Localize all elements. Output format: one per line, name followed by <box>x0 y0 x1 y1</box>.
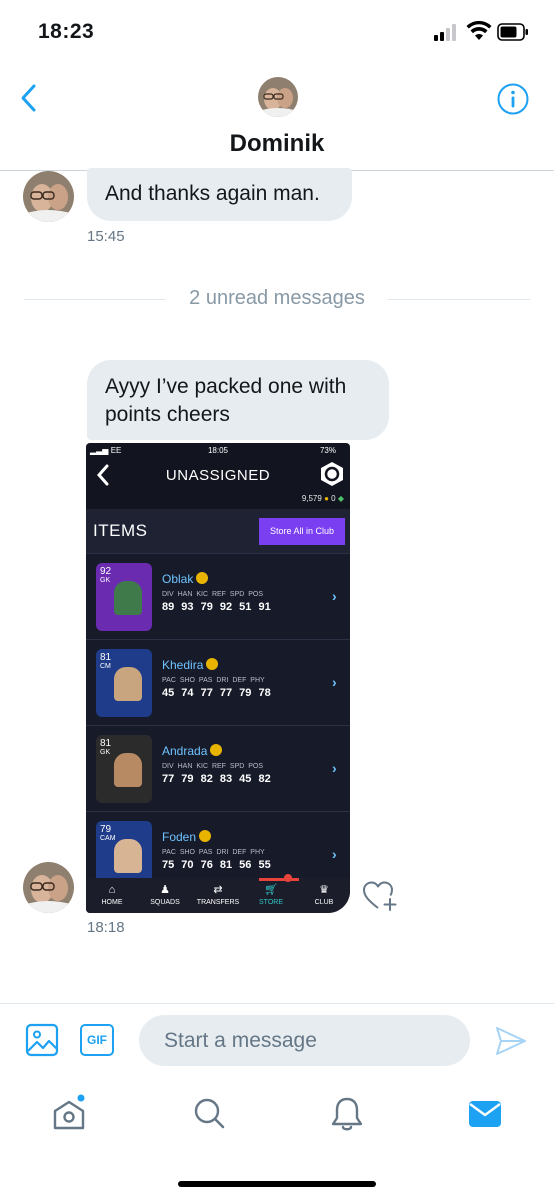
nav-store: 🛒︎ STORE <box>245 878 297 913</box>
store-notification-dot <box>284 874 292 882</box>
avatar-photo <box>258 77 298 117</box>
search-tab-icon[interactable] <box>189 1094 229 1134</box>
back-chevron-icon[interactable] <box>14 82 46 114</box>
message-bubble[interactable]: Ayyy I’ve packed one with points cheers <box>87 360 389 440</box>
chevron-right-icon: › <box>332 588 337 604</box>
sender-avatar[interactable] <box>23 171 74 222</box>
messages-tab-icon[interactable] <box>465 1094 505 1134</box>
player-row: 81 GK Andrada DIV HAN KIC REF SPD POS 77 … <box>86 725 350 811</box>
sender-avatar[interactable] <box>23 862 74 913</box>
gif-button[interactable]: GIF <box>80 1024 114 1056</box>
store-active-indicator <box>259 878 299 881</box>
stat-values: 77 79 82 83 45 82 <box>162 773 271 785</box>
attachment-title: UNASSIGNED <box>165 467 271 484</box>
contact-avatar[interactable] <box>258 77 298 117</box>
contact-name: Dominik <box>229 130 325 157</box>
stat-values: 89 93 79 92 51 91 <box>162 601 271 613</box>
points-value: 0 <box>331 494 336 503</box>
chevron-right-icon: › <box>332 674 337 690</box>
squads-icon: ♟ <box>160 884 170 896</box>
wifi-icon <box>466 21 492 40</box>
unread-divider-label: 2 unread messages <box>189 287 365 309</box>
nav-squads: ♟ SQUADS <box>139 878 191 913</box>
notifications-tab-icon[interactable] <box>327 1094 367 1134</box>
stat-headers: PAC SHO PAS DRI DEF PHY <box>162 849 265 856</box>
avatar-photo <box>23 171 74 222</box>
player-card-icon: 92 GK <box>96 563 152 631</box>
player-row: 81 CM Khedira PAC SHO PAS DRI DEF PHY 45 … <box>86 639 350 725</box>
nav-home: ⌂ HOME <box>86 878 138 913</box>
battery-icon <box>497 23 528 41</box>
home-indicator <box>178 1181 376 1187</box>
cellular-signal-icon <box>434 24 460 41</box>
items-label: ITEMS <box>93 521 148 540</box>
attachment-nav-bar: ⌂ HOME ♟ SQUADS ⇄ TRANSFERS 🛒︎ STORE ♛ CLUB <box>86 878 350 913</box>
image-attachment[interactable]: ▂▃▅ EE 18:05 73% UNASSIGNED 9,579 ● 0 ◆ … <box>86 443 350 913</box>
unread-divider-line <box>24 299 166 300</box>
coins-value: 9,579 <box>301 494 322 503</box>
nav-transfers: ⇄ TRANSFERS <box>192 878 244 913</box>
message-timestamp: 18:18 <box>87 919 125 936</box>
chevron-right-icon: › <box>332 846 337 862</box>
stat-headers: DIV HAN KIC REF SPD POS <box>162 591 264 598</box>
stat-headers: DIV HAN KIC REF SPD POS <box>162 763 264 770</box>
currency-balance: 9,579 ● 0 ◆ <box>302 494 344 503</box>
home-icon: ⌂ <box>108 884 116 896</box>
player-row: 92 GK Oblak DIV HAN KIC REF SPD POS 89 93… <box>86 553 350 639</box>
player-name: Khedira <box>162 658 219 672</box>
coin-icon: ● <box>324 494 329 503</box>
cart-icon: 🛒︎ <box>264 884 278 896</box>
club-logo-icon <box>321 462 343 486</box>
club-icon: ♛ <box>319 884 329 896</box>
player-name: Oblak <box>162 572 209 586</box>
transfers-icon: ⇄ <box>213 884 223 896</box>
message-input[interactable] <box>139 1015 470 1066</box>
points-icon: ◆ <box>337 494 344 503</box>
stat-values: 75 70 76 81 56 55 <box>162 859 271 871</box>
chevron-right-icon: › <box>332 760 337 776</box>
unread-divider-line <box>388 299 530 300</box>
status-time: 18:23 <box>38 20 95 43</box>
message-bubble[interactable]: And thanks again man. <box>87 168 352 221</box>
message-timestamp: 15:45 <box>87 228 125 245</box>
player-card-icon: 81 CM <box>96 649 152 717</box>
add-reaction-heart-icon[interactable] <box>362 879 398 913</box>
player-name: Andrada <box>162 744 223 758</box>
nav-club: ♛ CLUB <box>298 878 350 913</box>
avatar-photo <box>23 862 74 913</box>
info-icon[interactable] <box>496 82 530 116</box>
store-all-in-club-button: Store All in Club <box>259 518 345 545</box>
composer-divider <box>0 1003 554 1004</box>
player-card-icon: 81 GK <box>96 735 152 803</box>
photo-icon[interactable] <box>25 1023 59 1057</box>
attachment-battery: 73% <box>319 446 336 455</box>
home-tab-icon[interactable] <box>49 1094 89 1134</box>
stat-headers: PAC SHO PAS DRI DEF PHY <box>162 677 265 684</box>
player-name: Foden <box>162 830 212 844</box>
attachment-time: 18:05 <box>207 446 229 455</box>
send-icon[interactable] <box>494 1024 528 1058</box>
attachment-status-bar: ▂▃▅ EE 18:05 73% <box>86 443 350 459</box>
stat-values: 45 74 77 77 79 78 <box>162 687 271 699</box>
